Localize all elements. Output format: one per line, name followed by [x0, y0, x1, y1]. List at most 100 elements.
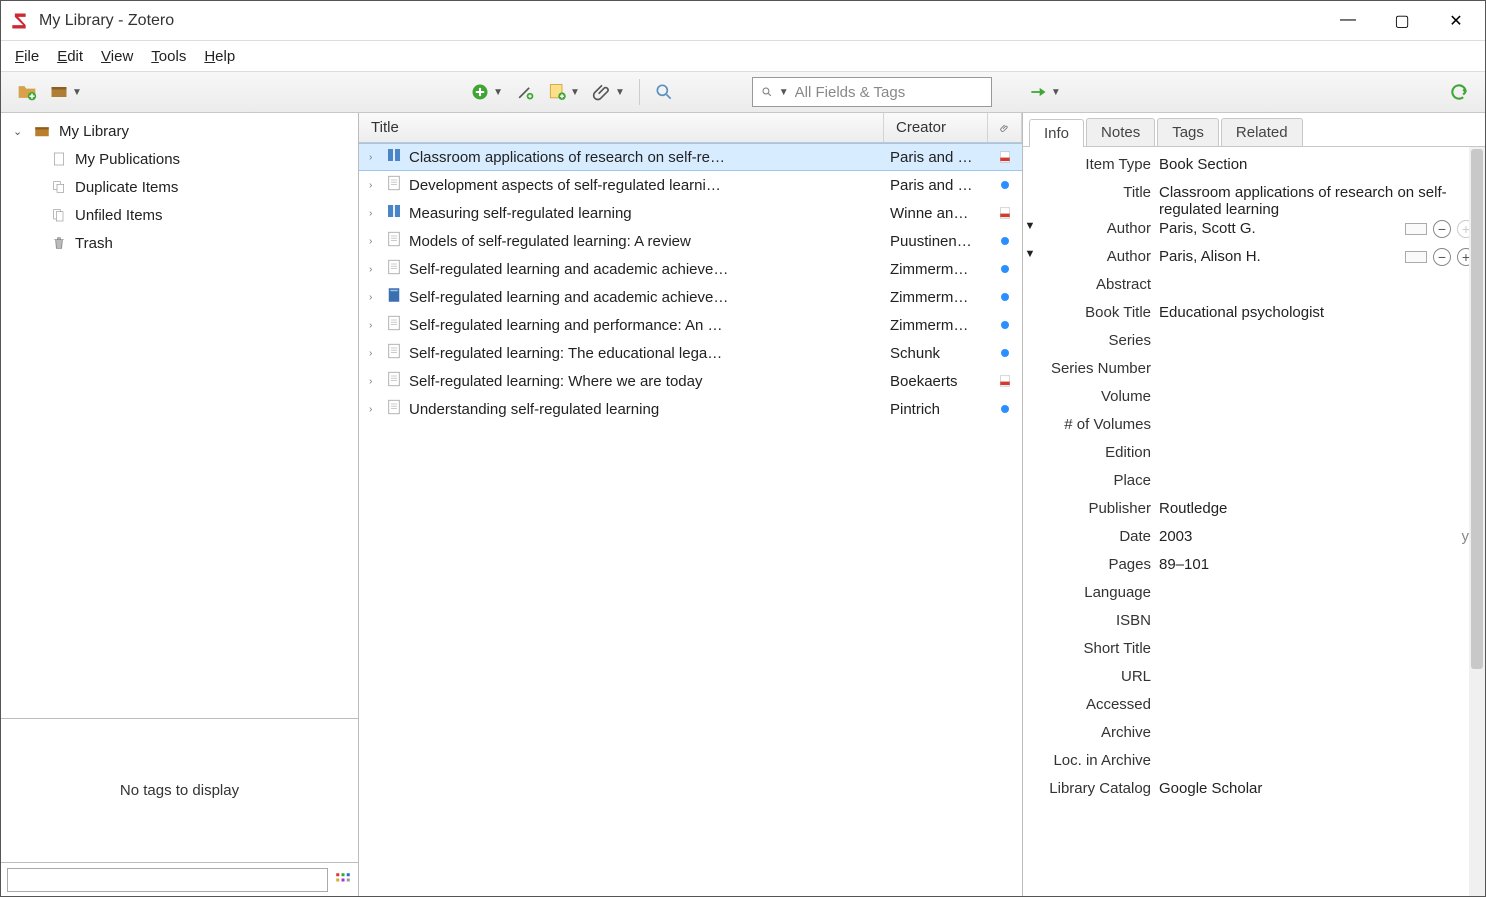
locate-button[interactable]: ▼ [1026, 80, 1063, 104]
twisty-icon[interactable]: › [369, 404, 379, 415]
field-value-author2[interactable]: Paris, Alison H. [1159, 248, 1405, 265]
menu-help[interactable]: Help [204, 48, 235, 65]
item-creator: Schunk [884, 345, 988, 362]
twisty-icon[interactable]: › [369, 376, 379, 387]
new-item-button[interactable]: ▼ [468, 80, 505, 104]
add-attachment-button[interactable]: ▼ [590, 80, 627, 104]
item-row[interactable]: ›Development aspects of self-regulated l… [359, 171, 1022, 199]
item-title: Classroom applications of research on se… [409, 149, 725, 166]
column-attachment[interactable] [988, 113, 1022, 142]
item-list: › Classroom applications of research on s… [359, 143, 1022, 896]
new-library-button[interactable]: ▼ [47, 80, 84, 104]
twisty-icon[interactable]: › [369, 348, 379, 359]
item-type-icon [385, 370, 403, 392]
field-label-author[interactable]: Author [1037, 220, 1159, 237]
library-icon [49, 82, 69, 102]
tab-tags[interactable]: Tags [1157, 118, 1219, 146]
item-row[interactable]: ›Self-regulated learning: The educationa… [359, 339, 1022, 367]
twisty-icon[interactable]: › [369, 208, 379, 219]
remove-creator-button[interactable]: − [1433, 248, 1451, 266]
quick-search[interactable]: ▼ [752, 77, 992, 107]
twisty-icon[interactable]: › [369, 152, 379, 163]
item-row[interactable]: ›Self-regulated learning: Where we are t… [359, 367, 1022, 395]
field-value-item-type[interactable]: Book Section [1159, 156, 1475, 173]
swap-names-button[interactable] [1405, 223, 1427, 235]
titlebar: My Library - Zotero — ▢ ✕ [1, 1, 1485, 41]
menu-tools[interactable]: Tools [151, 48, 186, 65]
item-attachment-indicator [988, 237, 1022, 245]
toolbar: ▼ ▼ ▼ ▼ [1, 71, 1485, 113]
search-mode-caret-icon[interactable]: ▼ [779, 87, 789, 98]
sidebar-trash[interactable]: Trash [1, 229, 358, 257]
twisty-icon[interactable]: › [369, 320, 379, 331]
sidebar-duplicate-items[interactable]: Duplicate Items [1, 173, 358, 201]
twisty-icon[interactable]: › [369, 236, 379, 247]
twisty-icon[interactable]: ⌄ [13, 125, 25, 138]
search-input[interactable] [795, 84, 983, 101]
new-note-button[interactable]: ▼ [545, 80, 582, 104]
item-row[interactable]: › Classroom applications of research on s… [359, 143, 1022, 171]
item-title: Self-regulated learning and academic ach… [409, 261, 728, 278]
new-collection-button[interactable] [15, 80, 39, 104]
creator-twisty-icon[interactable]: ▼ [1023, 220, 1037, 232]
sync-button[interactable] [1447, 80, 1471, 104]
library-root[interactable]: ⌄ My Library [1, 117, 358, 145]
menu-file[interactable]: File [15, 48, 39, 65]
field-value-library-catalog[interactable]: Google Scholar [1159, 780, 1475, 797]
field-label-series: Series [1037, 332, 1159, 349]
field-value-publisher[interactable]: Routledge [1159, 500, 1475, 517]
close-button[interactable]: ✕ [1443, 11, 1469, 31]
sidebar-unfiled-items[interactable]: Unfiled Items [1, 201, 358, 229]
field-label-language: Language [1037, 584, 1159, 601]
field-value-title[interactable]: Classroom applications of research on se… [1159, 184, 1475, 218]
paperclip-icon [592, 82, 612, 102]
item-title: Self-regulated learning and performance:… [409, 317, 723, 334]
item-row[interactable]: › Self-regulated learning and performance… [359, 311, 1022, 339]
tag-options-icon[interactable] [334, 871, 352, 889]
field-label-edition: Edition [1037, 444, 1159, 461]
maximize-button[interactable]: ▢ [1389, 11, 1415, 31]
item-title: Understanding self-regulated learning [409, 401, 659, 418]
field-value-pages[interactable]: 89–101 [1159, 556, 1475, 573]
tab-related[interactable]: Related [1221, 118, 1303, 146]
sidebar-my-publications[interactable]: My Publications [1, 145, 358, 173]
item-type-icon [385, 342, 403, 364]
tab-info[interactable]: Info [1029, 119, 1084, 147]
advanced-search-button[interactable] [652, 80, 676, 104]
column-title[interactable]: Title [359, 113, 884, 142]
tag-selector: No tags to display [1, 718, 358, 896]
field-label-isbn: ISBN [1037, 612, 1159, 629]
menu-view[interactable]: View [101, 48, 133, 65]
item-attachment-indicator [988, 349, 1022, 357]
item-type-icon [385, 286, 403, 308]
twisty-icon[interactable]: › [369, 292, 379, 303]
tab-notes[interactable]: Notes [1086, 118, 1155, 146]
field-value-date[interactable]: 2003 [1159, 528, 1462, 545]
field-value-book-title[interactable]: Educational psychologist [1159, 304, 1475, 321]
column-creator[interactable]: Creator [884, 113, 988, 142]
duplicate-icon [51, 179, 67, 195]
twisty-icon[interactable]: › [369, 264, 379, 275]
field-label-pages: Pages [1037, 556, 1159, 573]
field-value-author1[interactable]: Paris, Scott G. [1159, 220, 1405, 237]
menu-edit[interactable]: Edit [57, 48, 83, 65]
remove-creator-button[interactable]: − [1433, 220, 1451, 238]
creator-twisty-icon[interactable]: ▼ [1023, 248, 1037, 260]
item-row[interactable]: ›Models of self-regulated learning: A re… [359, 227, 1022, 255]
library-label: My Library [59, 123, 129, 140]
swap-names-button[interactable] [1405, 251, 1427, 263]
scrollbar-thumb[interactable] [1471, 149, 1483, 669]
details-scrollbar[interactable] [1469, 147, 1485, 896]
item-creator: Zimmerm… [884, 289, 988, 306]
item-row[interactable]: › Self-regulated learning and academic ac… [359, 255, 1022, 283]
field-label-author[interactable]: Author [1037, 248, 1159, 265]
tag-filter-input[interactable] [7, 868, 328, 892]
dropdown-caret-icon: ▼ [615, 87, 625, 98]
item-row[interactable]: ›Measuring self-regulated learningWinne … [359, 199, 1022, 227]
note-plus-icon [547, 82, 567, 102]
minimize-button[interactable]: — [1335, 11, 1361, 31]
twisty-icon[interactable]: › [369, 180, 379, 191]
item-row[interactable]: ›Understanding self-regulated learningPi… [359, 395, 1022, 423]
add-by-identifier-button[interactable] [513, 80, 537, 104]
item-row[interactable]: ›Self-regulated learning and academic ac… [359, 283, 1022, 311]
